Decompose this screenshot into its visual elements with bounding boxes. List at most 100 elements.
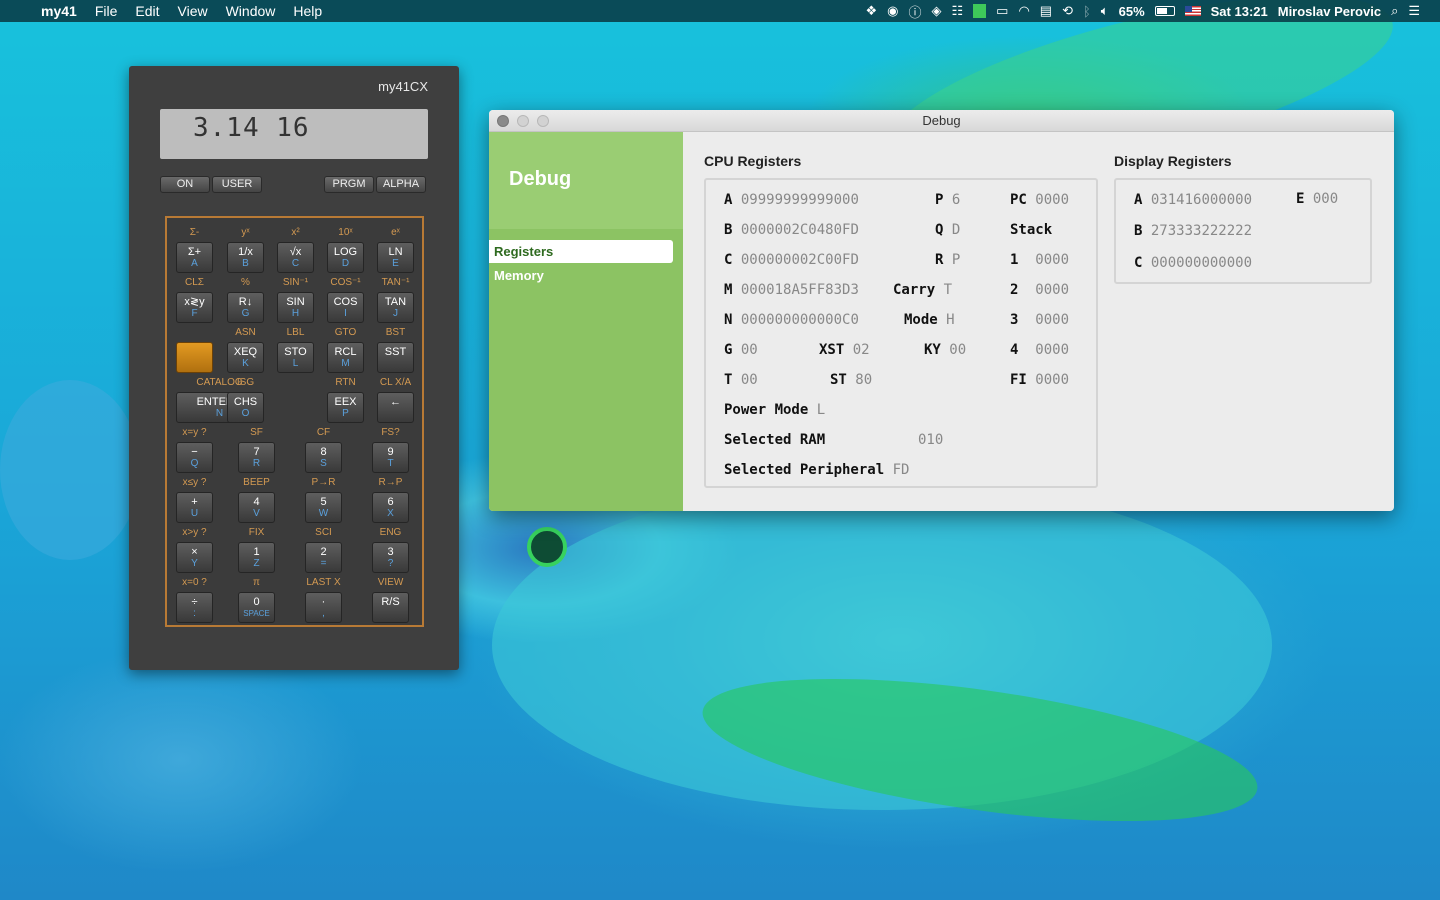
calc-key-r3-4[interactable]: SST xyxy=(377,342,414,373)
cpu-reg-n: 000000000000C0 xyxy=(740,312,859,328)
calc-key-r2-2[interactable]: SIN H xyxy=(277,292,314,323)
shield-icon[interactable]: ◈ xyxy=(931,0,941,22)
battery-percent[interactable]: 65% xyxy=(1119,0,1145,22)
calc-key-r5-1[interactable]: 7R xyxy=(238,442,275,473)
key-alpha-label: P xyxy=(342,408,349,419)
keyboard-icon[interactable]: ▤ xyxy=(1040,0,1052,22)
key-label: Σ+ xyxy=(187,246,202,258)
time-machine-icon[interactable]: ⟲ xyxy=(1062,0,1073,22)
grid-icon[interactable]: ☷ xyxy=(951,0,963,22)
airplay-icon[interactable]: ▭ xyxy=(996,0,1008,22)
calc-key-r5-2[interactable]: 8S xyxy=(305,442,342,473)
calc-key-r6-0[interactable]: + U xyxy=(176,492,213,523)
clock[interactable]: Sat 13:21 xyxy=(1211,0,1268,22)
key-alpha-label: = xyxy=(320,558,327,569)
key-alpha-label: C xyxy=(291,258,300,269)
cpu-registers-title: CPU Registers xyxy=(704,153,802,169)
calc-key-r4-3[interactable]: ← xyxy=(377,392,414,423)
wifi-icon[interactable]: ◠ xyxy=(1018,0,1029,22)
info-icon[interactable]: ⓘ xyxy=(908,0,921,22)
key-label: × xyxy=(191,546,198,558)
key-label: 6 xyxy=(387,496,394,508)
alpha-button[interactable]: ALPHA xyxy=(376,176,426,193)
close-button[interactable] xyxy=(497,115,509,127)
bluetooth-icon[interactable]: ᛒ xyxy=(1083,0,1091,22)
notification-center-icon[interactable]: ☰ xyxy=(1408,0,1420,22)
cpu-reg-a: 09999999999000 xyxy=(740,192,859,208)
calc-key-r7-0[interactable]: × Y xyxy=(176,542,213,573)
shift-label-r1-1: yˣ xyxy=(241,227,250,238)
status-circle-icon[interactable]: ◉ xyxy=(887,0,898,22)
calc-key-r4-1[interactable]: CHS O xyxy=(227,392,264,423)
user-button[interactable]: USER xyxy=(212,176,262,193)
calc-key-r8-0[interactable]: ÷: xyxy=(176,592,213,623)
shift-label-r6-3: R→P xyxy=(378,477,403,488)
key-label: 2 xyxy=(320,546,327,558)
calc-key-r2-0[interactable]: x≷y F xyxy=(176,292,213,323)
calc-key-r4-2[interactable]: EEX P xyxy=(327,392,364,423)
key-alpha-label: Y xyxy=(191,558,198,569)
key-label: LOG xyxy=(333,246,358,258)
calc-key-r8-1[interactable]: 0 SPACE xyxy=(238,592,275,623)
menu-help[interactable]: Help xyxy=(284,0,331,22)
calc-key-r8-3[interactable]: R/S xyxy=(372,592,409,623)
app-menu[interactable]: my41 xyxy=(32,0,86,22)
calc-key-r2-3[interactable]: COS I xyxy=(327,292,364,323)
apple-menu-icon[interactable] xyxy=(0,0,32,22)
shift-key[interactable] xyxy=(176,342,213,373)
menu-file[interactable]: File xyxy=(86,0,127,22)
menu-view[interactable]: View xyxy=(169,0,217,22)
shift-label-r3-1: ASN xyxy=(235,327,256,338)
dropbox-icon[interactable]: ❖ xyxy=(865,0,877,22)
key-alpha-label: M xyxy=(341,358,350,369)
sidebar-item-memory[interactable]: Memory xyxy=(489,264,673,287)
flag-us-icon[interactable] xyxy=(1184,0,1201,22)
calc-key-r3-3[interactable]: RCL M xyxy=(327,342,364,373)
sidebar-item-registers[interactable]: Registers xyxy=(489,240,673,263)
key-label: − xyxy=(191,446,198,458)
shift-label-r8-1: π xyxy=(253,577,260,588)
calc-key-r1-2[interactable]: √x C xyxy=(277,242,314,273)
user-name[interactable]: Miroslav Perovic xyxy=(1278,0,1381,22)
on-button[interactable]: ON xyxy=(160,176,210,193)
calc-key-r3-1[interactable]: XEQ K xyxy=(227,342,264,373)
spotlight-search-icon[interactable]: ⌕ xyxy=(1391,0,1398,22)
shift-label-r1-3: 10ˣ xyxy=(338,227,353,238)
battery-icon[interactable] xyxy=(1154,0,1175,22)
calc-key-r7-1[interactable]: 1Z xyxy=(238,542,275,573)
menu-window[interactable]: Window xyxy=(217,0,285,22)
calc-key-r1-1[interactable]: 1/x B xyxy=(227,242,264,273)
calc-key-r8-2[interactable]: ·, xyxy=(305,592,342,623)
calc-key-r1-4[interactable]: LN E xyxy=(377,242,414,273)
minimize-button[interactable] xyxy=(517,115,529,127)
calc-key-r3-2[interactable]: STO L xyxy=(277,342,314,373)
calc-key-r6-3[interactable]: 6X xyxy=(372,492,409,523)
volume-icon[interactable]: 🔈︎ xyxy=(1101,0,1109,22)
menu-edit[interactable]: Edit xyxy=(126,0,168,22)
sidebar-title: Debug xyxy=(509,168,572,190)
calc-key-r2-1[interactable]: R↓ G xyxy=(227,292,264,323)
key-label: 3 xyxy=(387,546,394,558)
calc-key-r1-3[interactable]: LOG D xyxy=(327,242,364,273)
calc-key-r7-2[interactable]: 2 = xyxy=(305,542,342,573)
key-alpha-label: T xyxy=(387,458,394,469)
lcd-display: 3.14 16 xyxy=(160,109,428,159)
calc-key-r1-0[interactable]: Σ+ A xyxy=(176,242,213,273)
shift-label-r5-3: FS? xyxy=(381,427,400,438)
calc-key-r5-0[interactable]: − Q xyxy=(176,442,213,473)
shift-label-r8-0: x=0 ? xyxy=(182,577,207,588)
calc-key-r7-3[interactable]: 3? xyxy=(372,542,409,573)
cpu-registers-panel: A 09999999999000 B 0000002C0480FD C 0000… xyxy=(704,178,1098,488)
calc-key-r6-1[interactable]: 4V xyxy=(238,492,275,523)
key-alpha-label: , xyxy=(322,608,325,619)
calc-key-r2-4[interactable]: TAN J xyxy=(377,292,414,323)
shift-label-r2-3: COS⁻¹ xyxy=(330,277,361,288)
calc-key-r6-2[interactable]: 5W xyxy=(305,492,342,523)
calc-key-r5-3[interactable]: 9T xyxy=(372,442,409,473)
monitor-icon[interactable] xyxy=(973,0,987,22)
prgm-button[interactable]: PRGM xyxy=(324,176,374,193)
key-alpha-label: H xyxy=(291,308,300,319)
debug-titlebar: Debug xyxy=(489,110,1394,132)
zoom-button[interactable] xyxy=(537,115,549,127)
power-mode-label: Power Mode xyxy=(724,402,809,418)
